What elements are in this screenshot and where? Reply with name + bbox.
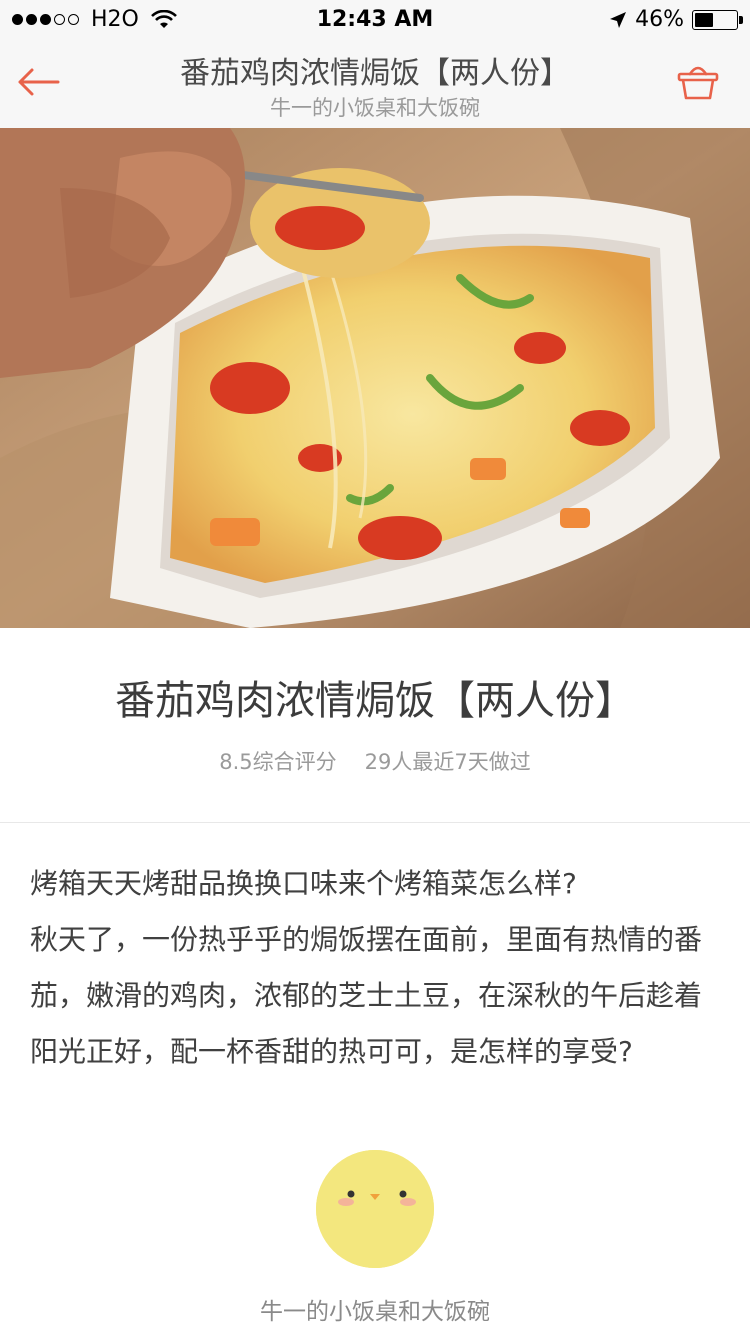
rating-score: 8.5综合评分: [219, 750, 337, 774]
chick-avatar-icon: [316, 1150, 434, 1268]
navigation-bar: 番茄鸡肉浓情焗饭【两人份】 牛一的小饭桌和大饭碗: [0, 40, 750, 129]
section-divider: [0, 822, 750, 823]
recipe-stats: 8.5综合评分 29人最近7天做过: [0, 746, 750, 776]
location-arrow-icon: [610, 11, 627, 28]
recipe-description: 烤箱天天烤甜品换换口味来个烤箱菜怎么样? 秋天了，一份热乎乎的焗饭摆在面前，里面…: [30, 856, 710, 1080]
recipe-photo[interactable]: [0, 128, 750, 628]
description-paragraph: 秋天了，一份热乎乎的焗饭摆在面前，里面有热情的番茄，嫩滑的鸡肉，浓郁的芝士土豆，…: [30, 923, 703, 1068]
back-button[interactable]: [14, 62, 62, 102]
status-right: 46%: [609, 7, 743, 32]
nav-subtitle: 牛一的小饭桌和大饭碗: [270, 96, 480, 120]
nav-title: 番茄鸡肉浓情焗饭【两人份】: [180, 56, 570, 91]
battery-level-fill: [695, 12, 713, 27]
description-line: 烤箱天天烤甜品换换口味来个烤箱菜怎么样?: [30, 867, 577, 900]
food-photo-illustration: [0, 128, 750, 628]
status-bar: H2O 12:43 AM 46%: [0, 0, 750, 40]
arrow-left-icon: [18, 68, 60, 96]
battery-percent: 46%: [635, 7, 684, 32]
basket-icon: [677, 66, 719, 100]
shopping-basket-button[interactable]: [676, 62, 724, 106]
recipe-title: 番茄鸡肉浓情焗饭【两人份】: [115, 678, 635, 724]
author-avatar[interactable]: [316, 1150, 434, 1268]
author-name[interactable]: 牛一的小饭桌和大饭碗: [0, 1292, 750, 1326]
made-count: 29人最近7天做过: [364, 750, 531, 774]
battery-icon: [692, 9, 743, 30]
